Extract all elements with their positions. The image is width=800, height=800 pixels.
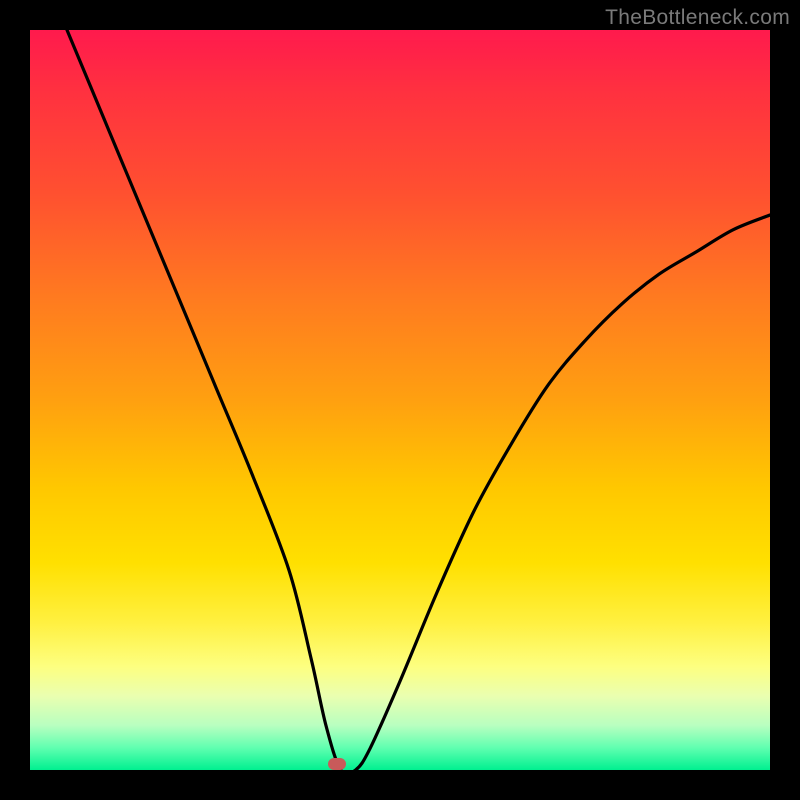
chart-frame: TheBottleneck.com	[0, 0, 800, 800]
watermark-text: TheBottleneck.com	[605, 6, 790, 30]
bottleneck-curve	[30, 30, 770, 770]
optimal-marker	[328, 758, 346, 770]
plot-area	[30, 30, 770, 770]
